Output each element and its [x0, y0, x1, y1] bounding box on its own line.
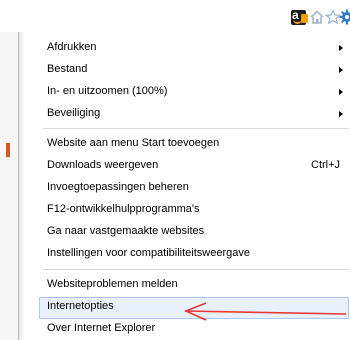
menu-item-afdrukken[interactable]: Afdrukken: [47, 41, 97, 53]
page-edge-marker: [6, 143, 10, 157]
menu-item-compatibility-settings[interactable]: Instellingen voor compatibiliteitsweerga…: [47, 247, 250, 259]
home-icon[interactable]: [309, 9, 325, 25]
submenu-arrow-icon: [339, 67, 343, 73]
menu-separator: [43, 269, 349, 270]
menu-item-internet-options[interactable]: Internetopties: [47, 300, 114, 312]
menu-item-bestand[interactable]: Bestand: [47, 63, 87, 75]
tools-menu: Afdrukken Bestand In- en uitzoomen (100%…: [18, 32, 350, 340]
submenu-arrow-icon: [339, 111, 343, 117]
submenu-arrow-icon: [339, 45, 343, 51]
menu-item-beveiliging[interactable]: Beveiliging: [47, 107, 100, 119]
menu-item-downloads[interactable]: Downloads weergeven: [47, 159, 158, 171]
page-background-edge: [0, 32, 18, 340]
amazon-icon[interactable]: a: [291, 8, 308, 25]
command-bar: a: [0, 0, 350, 32]
menu-item-f12-tools[interactable]: F12-ontwikkelhulpprogramma's: [47, 203, 200, 215]
menu-item-pinned-sites[interactable]: Ga naar vastgemaakte websites: [47, 225, 204, 237]
menu-item-about-ie[interactable]: Over Internet Explorer: [47, 322, 155, 334]
tools-gear-icon[interactable]: [339, 9, 350, 25]
menu-separator: [43, 128, 349, 129]
downloads-shortcut: Ctrl+J: [311, 159, 341, 171]
menu-item-zoom[interactable]: In- en uitzoomen (100%): [47, 85, 167, 97]
submenu-arrow-icon: [339, 89, 343, 95]
menu-item-manage-addons[interactable]: Invoegtoepassingen beheren: [47, 181, 189, 193]
menu-item-add-to-start[interactable]: Website aan menu Start toevoegen: [47, 137, 219, 149]
menu-item-report-problems[interactable]: Websiteproblemen melden: [47, 278, 178, 290]
